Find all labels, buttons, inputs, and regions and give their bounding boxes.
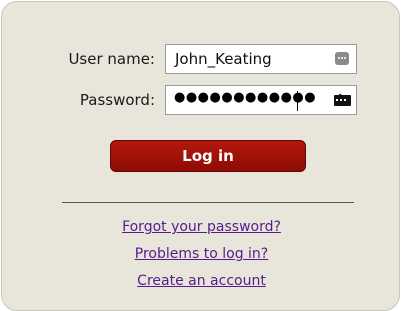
password-dots: ●●●●●●●●●●●● — [174, 90, 317, 105]
password-row: Password: ●●●●●●●●●●●● — [2, 85, 401, 115]
password-input[interactable]: ●●●●●●●●●●●● — [165, 85, 357, 115]
password-label: Password: — [79, 91, 155, 109]
forgot-password-link[interactable]: Forgot your password? — [2, 219, 401, 235]
username-row: User name: John_Keating — [2, 44, 401, 74]
text-caret — [297, 91, 298, 111]
create-account-link[interactable]: Create an account — [2, 273, 401, 289]
login-panel: User name: John_Keating Password: ●●●●●●… — [1, 1, 400, 311]
username-label: User name: — [68, 50, 155, 68]
problems-login-link[interactable]: Problems to log in? — [2, 246, 401, 262]
login-button[interactable]: Log in — [110, 140, 306, 172]
divider — [62, 202, 354, 203]
key-icon[interactable] — [332, 92, 352, 108]
username-value: John_Keating — [175, 50, 272, 68]
username-input[interactable]: John_Keating — [165, 44, 357, 74]
password-manager-icon[interactable] — [335, 52, 349, 65]
